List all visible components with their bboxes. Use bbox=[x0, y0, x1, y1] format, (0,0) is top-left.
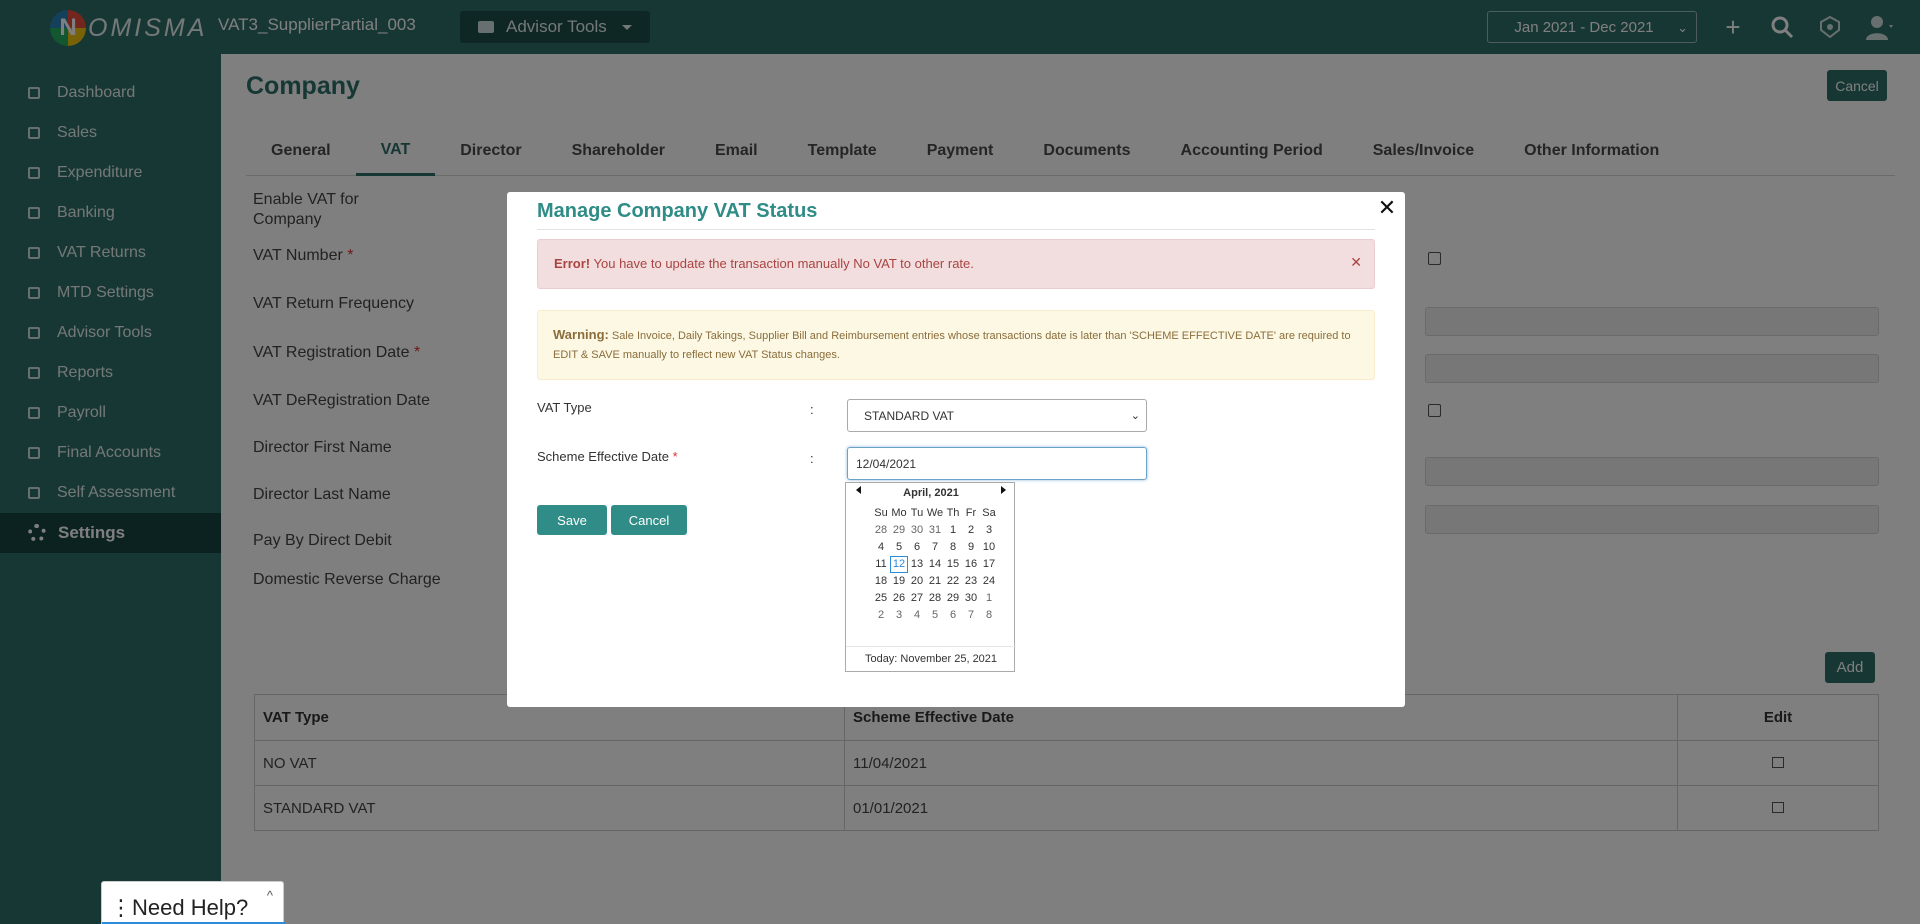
scheme-effective-date-input[interactable]: 12/04/2021 bbox=[847, 447, 1147, 480]
calendar-day[interactable]: 12 bbox=[890, 556, 908, 573]
weekday-header: We bbox=[926, 507, 944, 519]
calendar-day[interactable]: 1 bbox=[980, 590, 998, 607]
chevron-up-icon[interactable]: ^ bbox=[267, 888, 273, 903]
calendar-day[interactable]: 1 bbox=[944, 522, 962, 539]
calendar-day[interactable]: 2 bbox=[962, 522, 980, 539]
calendar-day[interactable]: 7 bbox=[962, 607, 980, 624]
calendar-day[interactable]: 13 bbox=[908, 556, 926, 573]
calendar-day[interactable]: 31 bbox=[926, 522, 944, 539]
manage-vat-status-modal: ✕ Manage Company VAT Status Error! You h… bbox=[507, 192, 1405, 707]
need-help-widget[interactable]: ⋮Need Help? ^ bbox=[101, 881, 285, 924]
chevron-down-icon: ⌄ bbox=[1130, 410, 1140, 422]
scheme-effective-date-label: Scheme Effective Date * bbox=[537, 449, 678, 464]
calendar-day[interactable]: 11 bbox=[872, 556, 890, 573]
calendar-day[interactable]: 21 bbox=[926, 573, 944, 590]
divider bbox=[846, 646, 1016, 647]
modal-title: Manage Company VAT Status bbox=[537, 200, 818, 222]
required-mark: * bbox=[672, 449, 678, 464]
calendar-day[interactable]: 30 bbox=[962, 590, 980, 607]
calendar-day[interactable]: 17 bbox=[980, 556, 998, 573]
weekday-header: Sa bbox=[982, 507, 996, 519]
calendar-day[interactable]: 3 bbox=[890, 607, 908, 624]
calendar-day[interactable]: 25 bbox=[872, 590, 890, 607]
calendar-day[interactable]: 3 bbox=[980, 522, 998, 539]
weekday-header: Su bbox=[874, 507, 888, 519]
calendar-month: April, 2021 bbox=[903, 487, 959, 499]
calendar-day[interactable]: 22 bbox=[944, 573, 962, 590]
calendar-day[interactable]: 18 bbox=[872, 573, 890, 590]
colon: : bbox=[810, 451, 814, 466]
need-help-text: Need Help? bbox=[132, 895, 249, 920]
scheme-effective-date-label-text: Scheme Effective Date bbox=[537, 449, 669, 464]
calendar-day[interactable]: 5 bbox=[926, 607, 944, 624]
error-text: You have to update the transaction manua… bbox=[593, 256, 974, 271]
calendar-day[interactable]: 5 bbox=[890, 539, 908, 556]
divider bbox=[537, 229, 1375, 230]
weekday-header: Fr bbox=[965, 507, 977, 519]
close-icon[interactable]: ✕ bbox=[1350, 254, 1362, 271]
save-button[interactable]: Save bbox=[537, 505, 607, 535]
calendar-day[interactable]: 7 bbox=[926, 539, 944, 556]
colon: : bbox=[810, 402, 814, 417]
vat-type-label: VAT Type bbox=[537, 400, 592, 415]
calendar-day[interactable]: 8 bbox=[944, 539, 962, 556]
calendar-day[interactable]: 29 bbox=[944, 590, 962, 607]
calendar-day[interactable]: 8 bbox=[980, 607, 998, 624]
warning-alert: Warning: Sale Invoice, Daily Takings, Su… bbox=[537, 310, 1375, 380]
calendar-grid: Su Mo Tu We Th Fr Sa 28 29 30 31 1 2 3 4 5 6 7 8 9 10 11 12 13 1… bbox=[872, 505, 998, 624]
next-month-icon[interactable] bbox=[1001, 486, 1006, 494]
calendar-day[interactable]: 19 bbox=[890, 573, 908, 590]
calendar-day[interactable]: 14 bbox=[926, 556, 944, 573]
calendar-day[interactable]: 15 bbox=[944, 556, 962, 573]
calendar-day[interactable]: 6 bbox=[908, 539, 926, 556]
today-link[interactable]: Today: November 25, 2021 bbox=[846, 653, 1016, 665]
calendar-day[interactable]: 28 bbox=[872, 522, 890, 539]
weekday-header: Th bbox=[946, 507, 960, 519]
calendar-day[interactable]: 23 bbox=[962, 573, 980, 590]
warning-text: Sale Invoice, Daily Takings, Supplier Bi… bbox=[553, 330, 1351, 361]
vat-type-value: STANDARD VAT bbox=[864, 408, 955, 423]
calendar-day[interactable]: 27 bbox=[908, 590, 926, 607]
calendar-day[interactable]: 10 bbox=[980, 539, 998, 556]
calendar-day[interactable]: 24 bbox=[980, 573, 998, 590]
date-picker: April, 2021 Su Mo Tu We Th Fr Sa 28 29 30 31 1 2 3 4 5 6… bbox=[845, 482, 1016, 672]
calendar-day[interactable]: 28 bbox=[926, 590, 944, 607]
calendar-day[interactable]: 30 bbox=[908, 522, 926, 539]
calendar-day[interactable]: 26 bbox=[890, 590, 908, 607]
vat-type-select[interactable]: STANDARD VAT ⌄ bbox=[847, 399, 1147, 432]
error-alert: Error! You have to update the transactio… bbox=[537, 239, 1375, 289]
calendar-day[interactable]: 2 bbox=[872, 607, 890, 624]
need-help-label: ⋮Need Help? bbox=[110, 895, 249, 920]
warning-prefix: Warning: bbox=[553, 327, 609, 342]
calendar-day[interactable]: 20 bbox=[908, 573, 926, 590]
calendar-day[interactable]: 9 bbox=[962, 539, 980, 556]
calendar-day[interactable]: 4 bbox=[872, 539, 890, 556]
error-prefix: Error! bbox=[554, 256, 591, 271]
calendar-day[interactable]: 29 bbox=[890, 522, 908, 539]
calendar-day[interactable]: 16 bbox=[962, 556, 980, 573]
calendar-day[interactable]: 6 bbox=[944, 607, 962, 624]
weekday-header: Mo bbox=[891, 507, 907, 519]
close-icon[interactable]: ✕ bbox=[1375, 196, 1399, 220]
weekday-header: Tu bbox=[910, 507, 924, 519]
cancel-button[interactable]: Cancel bbox=[611, 505, 687, 535]
calendar-day[interactable]: 4 bbox=[908, 607, 926, 624]
